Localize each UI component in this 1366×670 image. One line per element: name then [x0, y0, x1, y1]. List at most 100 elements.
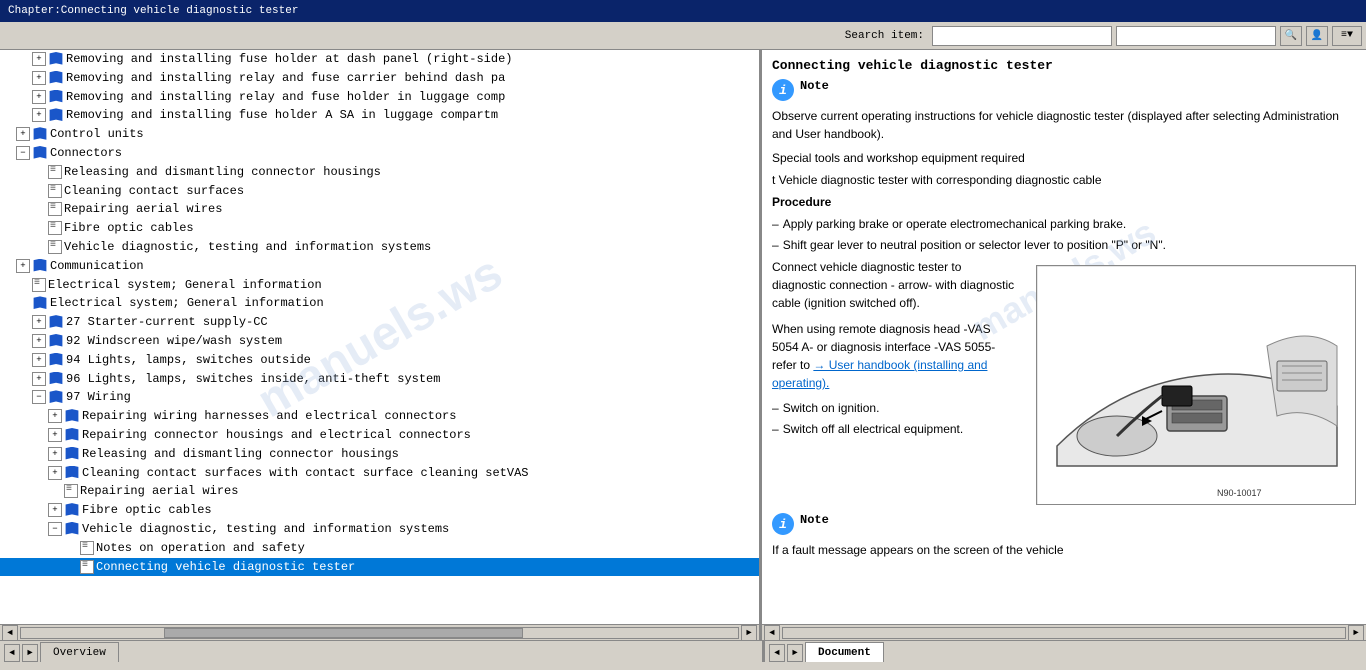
- right-panel[interactable]: manuels.ws Connecting vehicle diagnostic…: [762, 50, 1366, 624]
- menu-button[interactable]: ≡▼: [1332, 26, 1362, 46]
- tree-item[interactable]: Repairing aerial wires: [0, 200, 759, 219]
- book-icon: [64, 447, 80, 461]
- step-2: – Shift gear lever to neutral position o…: [772, 236, 1356, 254]
- tree-item-text: Vehicle diagnostic, testing and informat…: [64, 239, 759, 256]
- tree-item[interactable]: +Releasing and dismantling connector hou…: [0, 445, 759, 464]
- tree-item[interactable]: − 97 Wiring: [0, 388, 759, 407]
- book-icon: [64, 522, 80, 536]
- tree-item[interactable]: Releasing and dismantling connector hous…: [0, 163, 759, 182]
- tree-item[interactable]: +92 Windscreen wipe/wash system: [0, 332, 759, 351]
- bottom-tabs-area: ◄ ► Overview ◄ ► Document: [0, 640, 1366, 662]
- tree-item[interactable]: +Repairing connector housings and electr…: [0, 426, 759, 445]
- expand-icon[interactable]: +: [48, 503, 62, 517]
- doc-nav-right[interactable]: ►: [787, 644, 803, 662]
- note-text-1: Observe current operating instructions f…: [772, 107, 1356, 143]
- expand-icon[interactable]: +: [32, 353, 46, 367]
- expand-icon[interactable]: +: [32, 90, 46, 104]
- note-box-1: i Note: [772, 79, 1356, 101]
- tree-item-text: Fibre optic cables: [64, 220, 759, 237]
- tree-item[interactable]: + Removing and installing fuse holder A S…: [0, 106, 759, 125]
- page-icon: [80, 560, 94, 574]
- tree-item-text: 97 Wiring: [66, 389, 759, 406]
- book-icon: [48, 108, 64, 122]
- book-icon: [32, 296, 48, 310]
- search-input[interactable]: [932, 26, 1112, 46]
- tree-item-text: 27 Starter-current supply-CC: [66, 314, 759, 331]
- tree-item[interactable]: Electrical system; General information: [0, 276, 759, 295]
- expand-icon[interactable]: −: [48, 522, 62, 536]
- tree-item[interactable]: Notes on operation and safety: [0, 539, 759, 558]
- expand-icon[interactable]: +: [32, 315, 46, 329]
- tab-document[interactable]: Document: [805, 642, 884, 662]
- tree-item-text: Removing and installing relay and fuse c…: [66, 70, 759, 87]
- tree-item[interactable]: +94 Lights, lamps, switches outside: [0, 351, 759, 370]
- expand-icon[interactable]: +: [32, 334, 46, 348]
- expand-icon[interactable]: +: [16, 259, 30, 273]
- title-bar: Chapter:Connecting vehicle diagnostic te…: [0, 0, 1366, 22]
- note-box-2: i Note: [772, 513, 1356, 535]
- expand-icon[interactable]: +: [32, 108, 46, 122]
- tree-item-text: Removing and installing fuse holder A SA…: [66, 107, 759, 124]
- toolbar: Search item: 🔍 👤 ≡▼: [0, 22, 1366, 50]
- expand-icon[interactable]: +: [48, 447, 62, 461]
- expand-icon[interactable]: −: [16, 146, 30, 160]
- tree-item[interactable]: Electrical system; General information: [0, 294, 759, 313]
- tree-item-text: Removing and installing relay and fuse h…: [66, 89, 759, 106]
- expand-icon[interactable]: +: [48, 409, 62, 423]
- expand-icon[interactable]: +: [32, 372, 46, 386]
- expand-icon[interactable]: +: [48, 466, 62, 480]
- tree-item[interactable]: + Control units: [0, 125, 759, 144]
- tree-item[interactable]: +27 Starter-current supply-CC: [0, 313, 759, 332]
- tree-item-text: Fibre optic cables: [82, 502, 759, 519]
- note-label-1: Note: [800, 79, 829, 93]
- tree-item[interactable]: +Removing and installing fuse holder at …: [0, 50, 759, 69]
- note-text-2: If a fault message appears on the screen…: [772, 541, 1356, 559]
- right-scroll-right-btn[interactable]: ►: [1348, 625, 1364, 641]
- book-icon: [64, 503, 80, 517]
- book-icon: [48, 353, 64, 367]
- tree-item[interactable]: +Repairing wiring harnesses and electric…: [0, 407, 759, 426]
- search-button[interactable]: 🔍: [1280, 26, 1302, 46]
- tree-item[interactable]: +Communication: [0, 257, 759, 276]
- left-panel[interactable]: +Removing and installing fuse holder at …: [0, 50, 762, 624]
- tree-item-text: Electrical system; General information: [48, 277, 759, 294]
- expand-icon[interactable]: −: [32, 390, 46, 404]
- search-label: Search item:: [845, 30, 924, 42]
- expand-icon[interactable]: +: [16, 127, 30, 141]
- doc-nav-left[interactable]: ◄: [769, 644, 785, 662]
- expand-icon[interactable]: +: [48, 428, 62, 442]
- page-icon: [48, 221, 62, 235]
- overview-nav-left[interactable]: ◄: [4, 644, 20, 662]
- scroll-left-btn[interactable]: ◄: [2, 625, 18, 641]
- tree-item[interactable]: Cleaning contact surfaces: [0, 182, 759, 201]
- tree-item[interactable]: Repairing aerial wires: [0, 482, 759, 501]
- tree-item[interactable]: −Connectors: [0, 144, 759, 163]
- expand-icon[interactable]: +: [32, 52, 46, 66]
- tree-item[interactable]: +Cleaning contact surfaces with contact …: [0, 464, 759, 483]
- tree-item-text: Connecting vehicle diagnostic tester: [96, 559, 759, 576]
- tab-overview[interactable]: Overview: [40, 642, 119, 662]
- book-icon: [32, 127, 48, 141]
- page-icon: [48, 165, 62, 179]
- tree-item-text: Vehicle diagnostic, testing and informat…: [82, 521, 759, 538]
- connect-text-span: Connect vehicle diagnostic tester to dia…: [772, 260, 1014, 310]
- tree-container: +Removing and installing fuse holder at …: [0, 50, 759, 576]
- tree-item[interactable]: Fibre optic cables: [0, 219, 759, 238]
- right-scroll-left-btn[interactable]: ◄: [764, 625, 780, 641]
- scroll-right-btn[interactable]: ►: [741, 625, 757, 641]
- tree-item-text: Control units: [50, 126, 759, 143]
- user-button[interactable]: 👤: [1306, 26, 1328, 46]
- tree-item[interactable]: + Removing and installing relay and fuse …: [0, 88, 759, 107]
- book-icon: [48, 90, 64, 104]
- book-icon: [48, 52, 64, 66]
- tree-item[interactable]: Connecting vehicle diagnostic tester: [0, 558, 759, 577]
- tree-item-text: Electrical system; General information: [50, 295, 759, 312]
- tree-item[interactable]: +96 Lights, lamps, switches inside, anti…: [0, 370, 759, 389]
- expand-icon[interactable]: +: [32, 71, 46, 85]
- overview-nav-right[interactable]: ►: [22, 644, 38, 662]
- tree-item[interactable]: + Removing and installing relay and fuse …: [0, 69, 759, 88]
- tree-item[interactable]: + Fibre optic cables: [0, 501, 759, 520]
- tree-item[interactable]: Vehicle diagnostic, testing and informat…: [0, 238, 759, 257]
- main-container: +Removing and installing fuse holder at …: [0, 50, 1366, 624]
- tree-item[interactable]: − Vehicle diagnostic, testing and informa…: [0, 520, 759, 539]
